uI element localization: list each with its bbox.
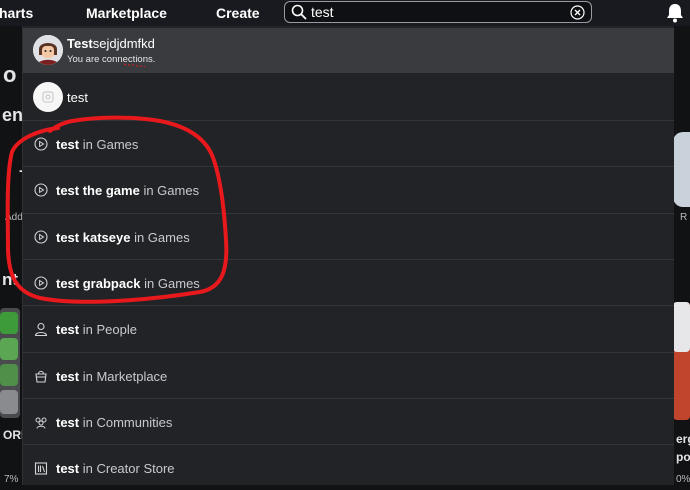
play-circle-icon	[34, 137, 48, 151]
search-icon	[291, 4, 307, 20]
bg-fragment: po	[676, 450, 690, 464]
notifications-icon[interactable]	[664, 2, 686, 24]
suggestion-query: test	[56, 461, 80, 477]
suggestion-scope: in Games	[134, 229, 190, 245]
user-avatar	[33, 35, 63, 65]
suggestion-text: test in Games	[56, 137, 138, 152]
play-circle-icon	[34, 230, 48, 244]
suggestion-text: test in Creator Store	[56, 461, 175, 476]
bg-thumbnail	[0, 338, 18, 360]
bg-thumbnail	[0, 312, 18, 334]
shopping-bag-icon	[35, 370, 47, 383]
search-input[interactable]: test	[284, 1, 592, 23]
suggestion-scope: in Games	[82, 137, 139, 152]
suggestion-row[interactable]: test grabpack in Games	[23, 258, 674, 305]
suggestion-text: test in People	[56, 322, 137, 337]
suggestion-row[interactable]: test in Creator Store	[23, 444, 674, 490]
user-name: Testsejdjdmfkd	[67, 36, 155, 51]
play-circle-icon	[34, 183, 48, 197]
suggestion-row[interactable]: test in People	[23, 305, 674, 351]
suggestion-row[interactable]: test in Communities	[23, 397, 674, 444]
play-circle-icon	[34, 276, 48, 290]
suggestion-query: test katseye	[56, 229, 131, 245]
nav-marketplace-link[interactable]: Marketplace	[86, 5, 167, 21]
bg-fragment: 7%	[4, 474, 19, 485]
suggestion-query: test the game	[56, 183, 140, 199]
bg-thumbnail	[0, 364, 18, 386]
person-icon	[34, 323, 48, 337]
clear-search-icon[interactable]	[570, 5, 585, 20]
search-dropdown: Testsejdjdmfkd You are connections. test…	[22, 26, 674, 485]
suggestion-query: test grabpack	[56, 275, 141, 291]
bg-fragment: erg	[676, 432, 690, 446]
nav-create-link[interactable]: Create	[216, 5, 260, 21]
suggestion-query: test	[56, 414, 80, 430]
bg-fragment: o	[3, 62, 17, 87]
game-thumbnail	[33, 82, 63, 112]
suggestion-query: test	[56, 137, 80, 152]
library-icon	[34, 462, 48, 475]
suggestion-query: test	[56, 322, 80, 338]
suggestion-row[interactable]: test katseye in Games	[23, 212, 674, 259]
suggestion-scope: in Games	[144, 275, 200, 291]
bg-fragment: en	[2, 105, 24, 125]
suggestion-text: test grabpack in Games	[56, 276, 200, 291]
bg-thumbnail	[0, 390, 18, 414]
user-result-row[interactable]: Testsejdjdmfkd You are connections.	[23, 28, 674, 73]
game-result-label: test	[67, 90, 88, 105]
suggestion-text: test katseye in Games	[56, 230, 190, 245]
top-nav: harts Marketplace Create test	[0, 0, 690, 26]
user-connection-status: You are connections.	[67, 54, 156, 65]
bg-fragment: R	[680, 212, 688, 223]
group-icon	[35, 417, 47, 429]
bg-thumbnail	[673, 132, 690, 207]
bg-fragment: Add	[5, 212, 23, 223]
bg-fragment: nt	[2, 270, 19, 289]
suggestion-row[interactable]: test the game in Games	[23, 166, 674, 212]
suggestion-scope: in Creator Store	[82, 461, 175, 477]
suggestion-query: test	[56, 368, 80, 384]
suggestion-text: test the game in Games	[56, 183, 199, 198]
suggestion-scope: in Communities	[82, 414, 173, 430]
suggestion-text: test in Communities	[56, 415, 172, 430]
suggestion-row[interactable]: test in Games	[23, 120, 674, 166]
suggestion-scope: in Games	[143, 183, 200, 199]
search-query-text: test	[311, 4, 334, 20]
suggestion-scope: in People	[82, 322, 137, 338]
image-placeholder-icon	[42, 91, 54, 103]
nav-charts-link[interactable]: harts	[0, 5, 33, 21]
suggestion-row[interactable]: test in Marketplace	[23, 351, 674, 398]
bg-thumbnail	[673, 302, 690, 352]
game-result-row[interactable]: test	[23, 75, 674, 119]
suggestion-scope: in Marketplace	[82, 368, 168, 384]
bg-fragment: 0%	[676, 474, 690, 485]
suggestion-text: test in Marketplace	[56, 369, 167, 384]
